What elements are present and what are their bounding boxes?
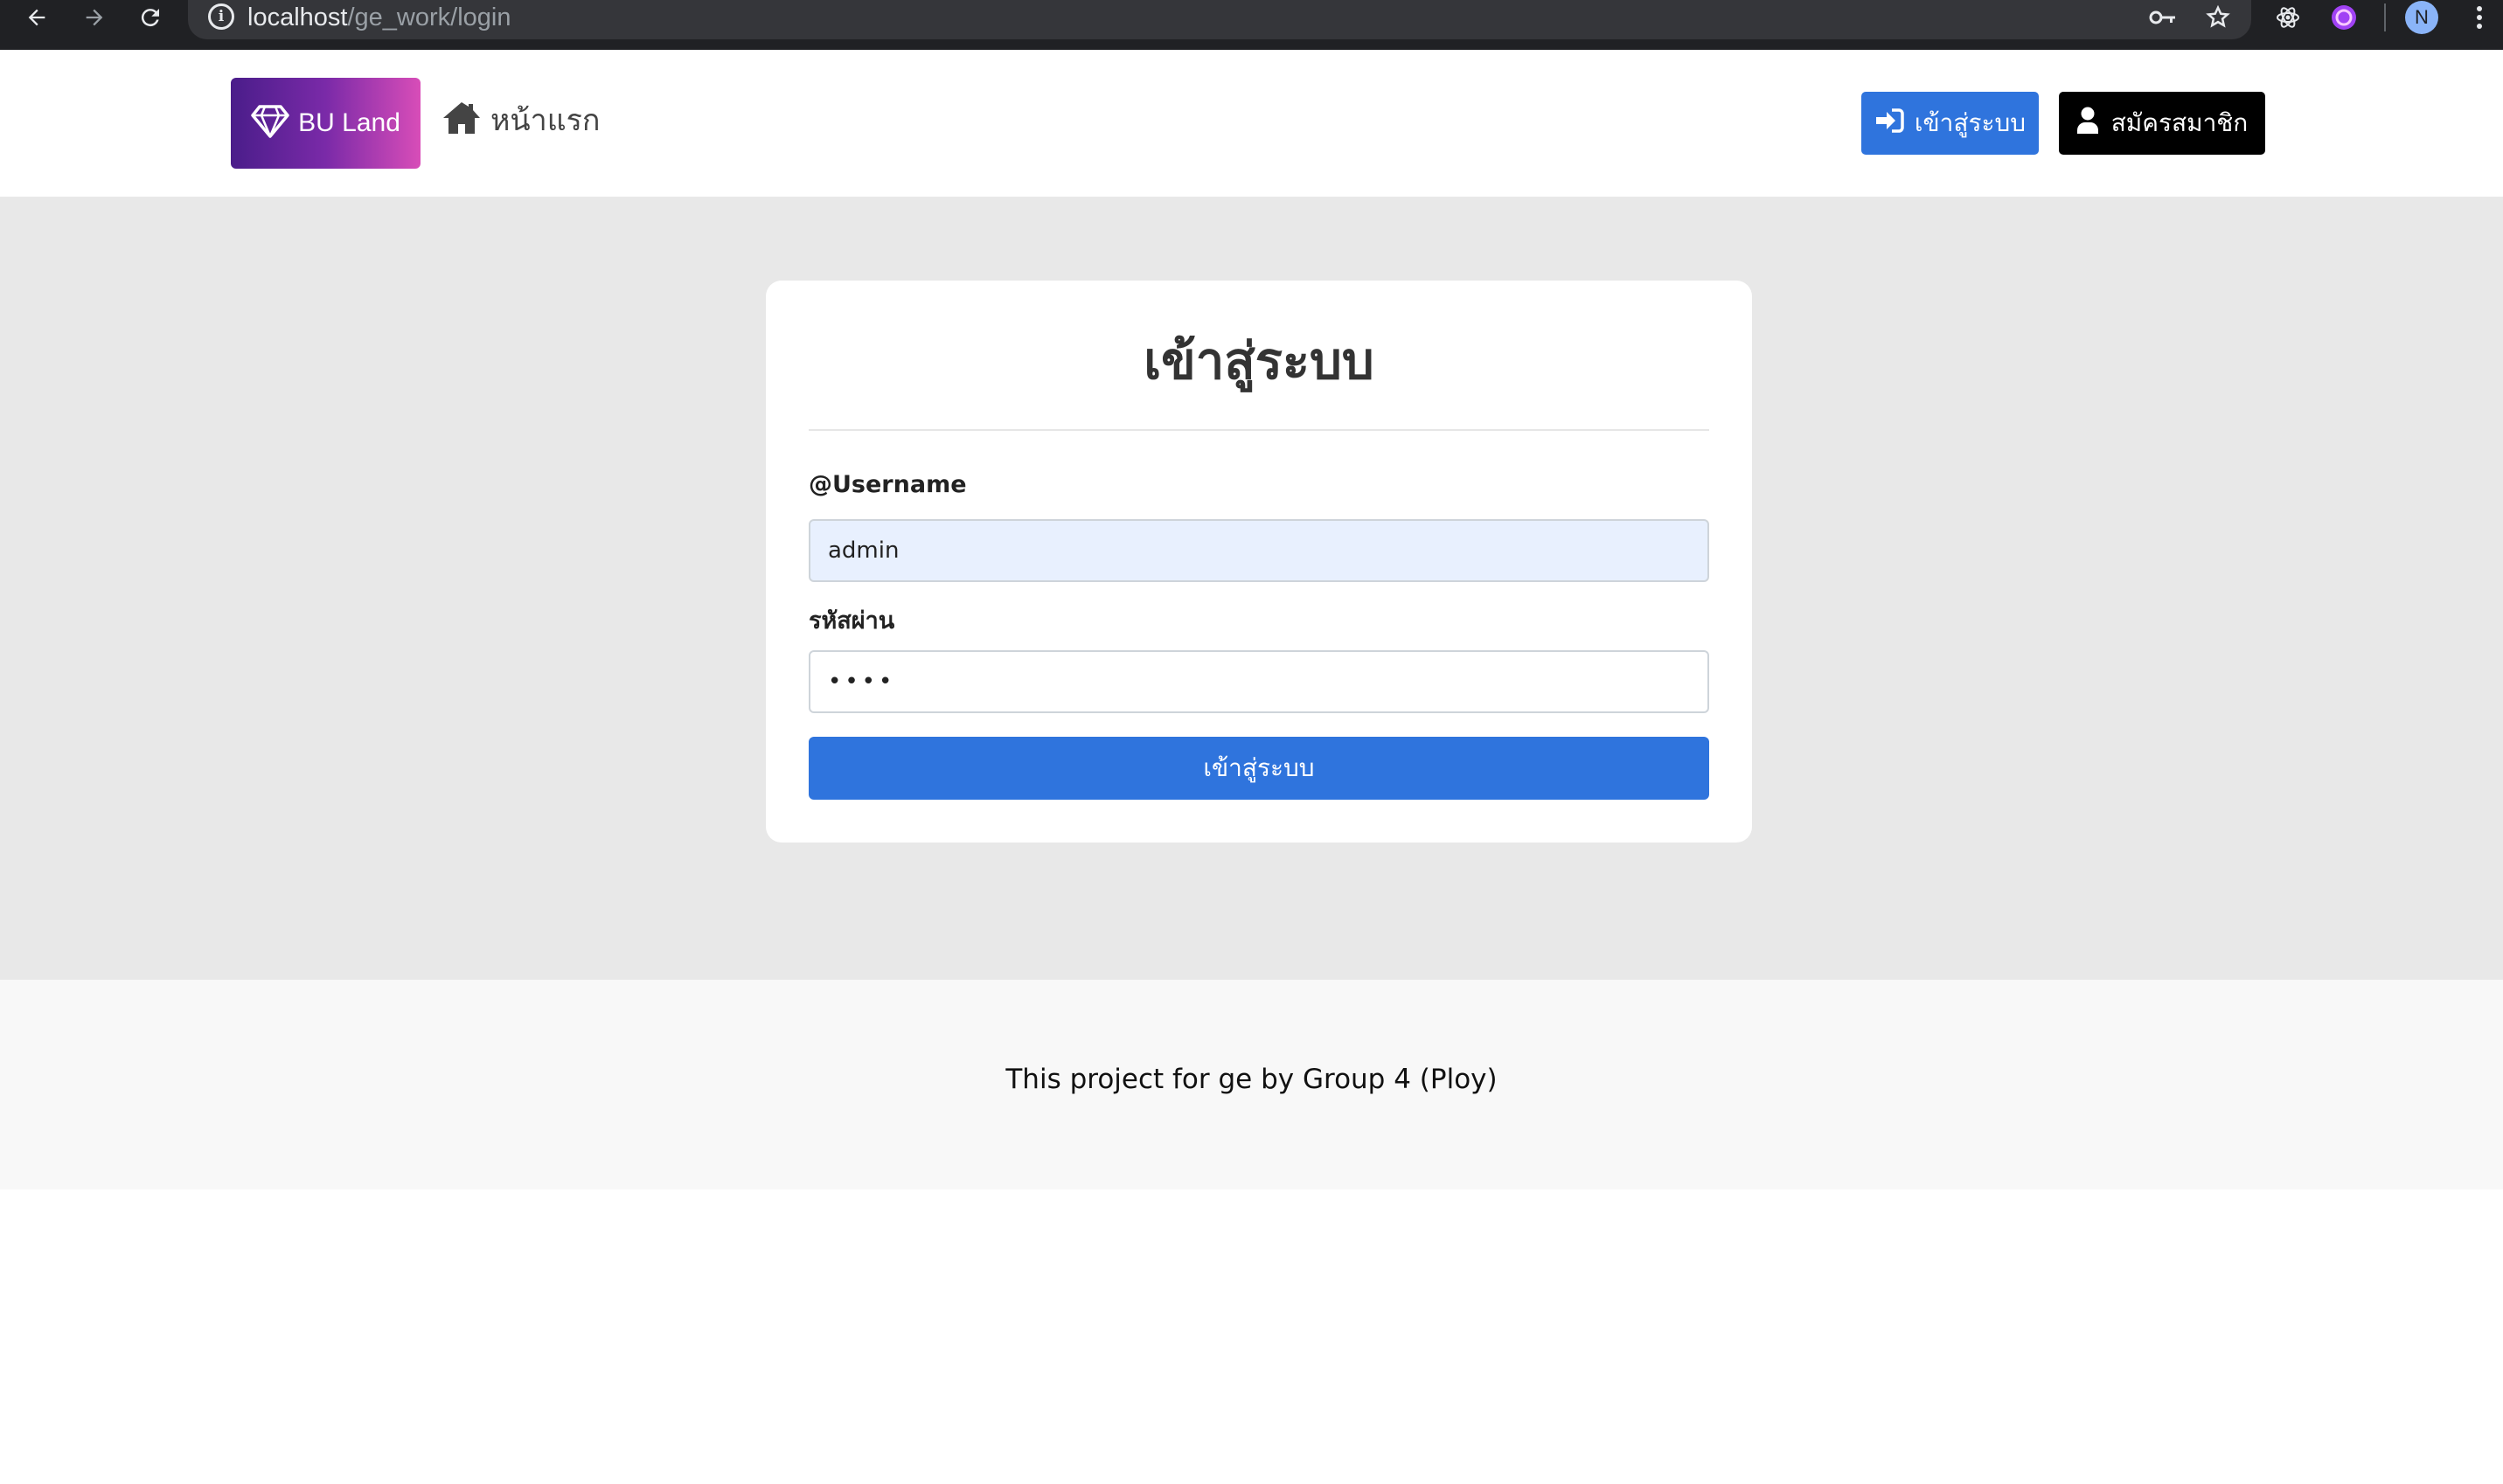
brand-logo-link[interactable]: BU Land <box>231 78 421 169</box>
login-title: เข้าสู่ระบบ <box>1144 331 1374 391</box>
nav-login-label: เข้าสู่ระบบ <box>1914 108 2027 137</box>
url-text[interactable]: localhost/ge_work/login <box>247 0 511 35</box>
sign-in-icon <box>1874 107 1904 140</box>
nav-register-label: สมัครสมาชิก <box>2110 108 2249 137</box>
home-link-label: หน้าแรก <box>490 103 601 138</box>
url-host: localhost <box>247 3 348 31</box>
toolbar-divider <box>2384 3 2386 31</box>
site-footer: This project for ge by Group 4 (Ploy) <box>0 980 2503 1189</box>
url-path: /ge_work/login <box>347 3 511 31</box>
star-icon[interactable] <box>2201 0 2235 35</box>
extension-icon[interactable] <box>2326 0 2361 35</box>
browser-toolbar: i localhost/ge_work/login N <box>0 0 2503 50</box>
key-icon[interactable] <box>2145 0 2180 35</box>
info-icon[interactable]: i <box>208 3 234 30</box>
brand-name: BU Land <box>298 108 400 137</box>
back-arrow-icon[interactable] <box>19 0 54 35</box>
footer-text: This project for ge by Group 4 (Ploy) <box>1005 1064 1498 1095</box>
username-input[interactable]: admin <box>809 519 1709 582</box>
reload-icon[interactable] <box>133 0 168 35</box>
home-icon <box>442 101 482 139</box>
menu-dots-icon[interactable] <box>2464 0 2495 35</box>
password-input[interactable]: •••• <box>809 650 1709 713</box>
login-card: เข้าสู่ระบบ @Username admin รหัสผ่าน •••… <box>766 281 1752 843</box>
nav-register-button[interactable]: สมัครสมาชิก <box>2059 92 2265 155</box>
nav-login-button[interactable]: เข้าสู่ระบบ <box>1861 92 2039 155</box>
password-label: รหัสผ่าน <box>809 607 895 635</box>
react-devtools-icon[interactable] <box>2270 0 2305 35</box>
login-submit-button[interactable]: เข้าสู่ระบบ <box>809 737 1709 800</box>
title-divider <box>809 429 1709 431</box>
forward-arrow-icon[interactable] <box>77 0 112 35</box>
diamond-icon <box>251 105 289 142</box>
username-label: @Username <box>809 471 967 498</box>
site-navbar: BU Land หน้าแรก เข้าสู่ระบบ สมัครสมาชิก <box>0 50 2503 197</box>
main-content: เข้าสู่ระบบ @Username admin รหัสผ่าน •••… <box>0 197 2503 980</box>
home-link[interactable]: หน้าแรก <box>442 98 601 142</box>
profile-avatar[interactable]: N <box>2405 1 2438 34</box>
user-icon <box>2076 107 2099 141</box>
